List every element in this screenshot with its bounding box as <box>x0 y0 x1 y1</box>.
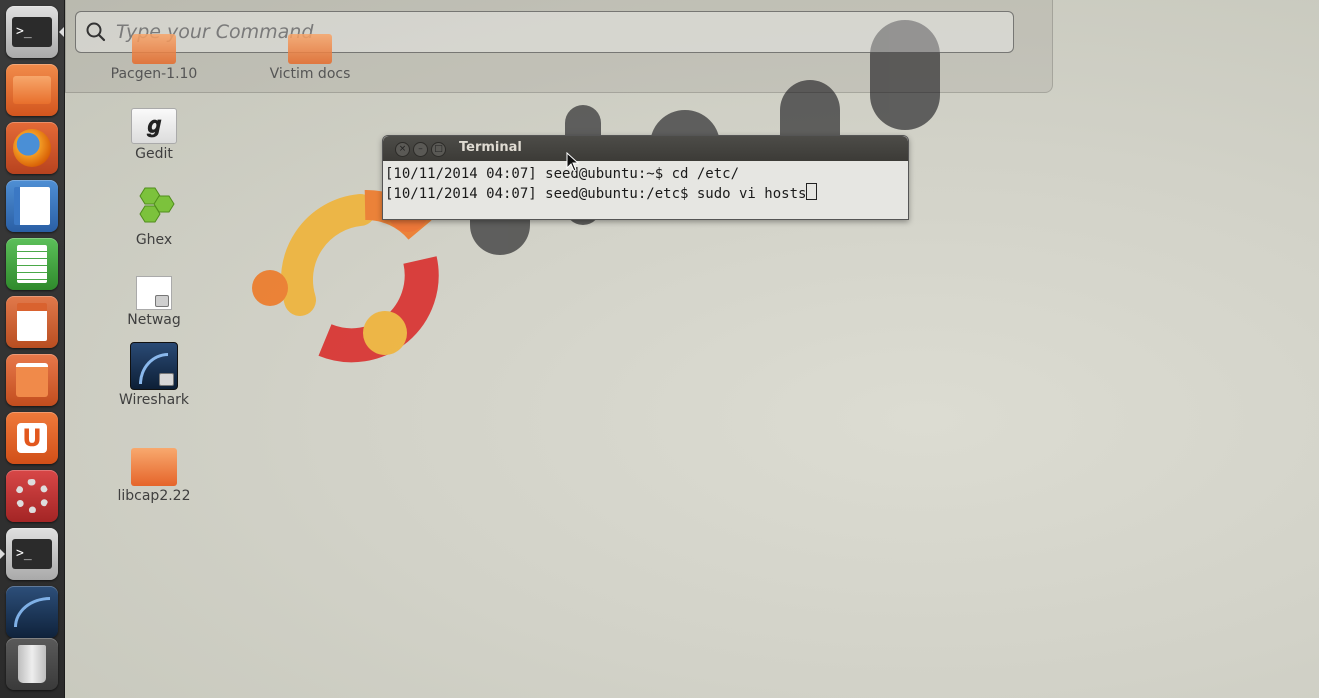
desktop-icon-label: Victim docs <box>269 66 351 82</box>
terminal-output[interactable]: [10/11/2014 04:07] seed@ubuntu:~$ cd /et… <box>383 161 908 207</box>
folder-icon <box>288 34 332 64</box>
calc-launcher[interactable] <box>6 238 58 290</box>
window-title: Terminal <box>459 140 522 155</box>
terminal-line: [10/11/2014 04:07] seed@ubuntu:/etc$ sud… <box>385 186 807 202</box>
settings-icon <box>15 479 49 513</box>
active-window-indicator <box>59 27 64 37</box>
close-button[interactable]: × <box>395 142 410 157</box>
maximize-button[interactable]: □ <box>431 142 446 157</box>
files-launcher[interactable] <box>6 64 58 116</box>
minimize-button[interactable]: – <box>413 142 428 157</box>
desktop-icon-netwag[interactable]: Netwag <box>99 276 209 328</box>
terminal-running-launcher[interactable]: >_ <box>6 528 58 580</box>
search-box[interactable] <box>75 11 1014 53</box>
netwag-icon <box>136 276 172 310</box>
wireshark-launcher[interactable] <box>6 586 58 638</box>
desktop-icon-label: Ghex <box>135 232 173 248</box>
desktop-icon-label: Pacgen-1.10 <box>110 66 198 82</box>
desktop-icon-victim-docs[interactable]: Victim docs <box>255 34 365 82</box>
terminal-launcher[interactable]: >_ <box>6 6 58 58</box>
trash-launcher[interactable] <box>6 638 58 690</box>
ubuntu-one-launcher[interactable]: U <box>6 412 58 464</box>
desktop-icon-label: Gedit <box>135 146 173 162</box>
software-center-launcher[interactable] <box>6 354 58 406</box>
search-input[interactable] <box>114 17 998 47</box>
calc-icon <box>17 245 47 283</box>
mouse-pointer-icon <box>566 152 580 172</box>
terminal-line: [10/11/2014 04:07] seed@ubuntu:~$ cd /et… <box>385 166 740 182</box>
terminal-line-current: [10/11/2014 04:07] seed@ubuntu:/etc$ sud… <box>385 183 906 203</box>
ghex-icon <box>139 187 175 223</box>
wireshark-icon <box>130 342 178 390</box>
terminal-icon: >_ <box>12 539 52 569</box>
impress-icon <box>17 303 47 341</box>
desktop-icon-label: libcap2.22 <box>117 488 191 504</box>
writer-icon <box>14 187 50 225</box>
desktop-icon-ghex[interactable]: Ghex <box>99 186 209 248</box>
desktop-icon-wireshark[interactable]: Wireshark <box>99 342 209 408</box>
writer-launcher[interactable] <box>6 180 58 232</box>
impress-launcher[interactable] <box>6 296 58 348</box>
folder-icon <box>132 34 176 64</box>
folder-icon <box>131 448 177 486</box>
wireshark-icon <box>14 597 50 627</box>
running-indicator <box>0 549 5 559</box>
launcher: >_ U >_ <box>0 0 65 698</box>
trash-icon <box>18 645 46 683</box>
firefox-launcher[interactable] <box>6 122 58 174</box>
gedit-icon: 𝒈 <box>131 108 177 144</box>
lock-icon <box>159 373 174 386</box>
text-cursor <box>806 183 818 200</box>
system-settings-launcher[interactable] <box>6 470 58 522</box>
terminal-window[interactable]: × – □ Terminal [10/11/2014 04:07] seed@u… <box>382 135 909 220</box>
firefox-icon <box>13 129 51 167</box>
terminal-icon: >_ <box>12 17 52 47</box>
shopping-bag-icon <box>16 363 48 397</box>
desktop-icon-gedit[interactable]: 𝒈 Gedit <box>99 108 209 162</box>
desktop-icon-libcap[interactable]: libcap2.22 <box>99 448 209 504</box>
folder-icon <box>13 76 51 104</box>
terminal-titlebar[interactable]: × – □ Terminal <box>383 136 908 161</box>
ubuntu-one-icon: U <box>17 423 47 453</box>
desktop-icon-label: Wireshark <box>118 392 190 408</box>
desktop-icon-label: Netwag <box>127 312 181 328</box>
desktop-icon-pacgen[interactable]: Pacgen-1.10 <box>99 34 209 82</box>
lock-icon <box>155 295 169 307</box>
